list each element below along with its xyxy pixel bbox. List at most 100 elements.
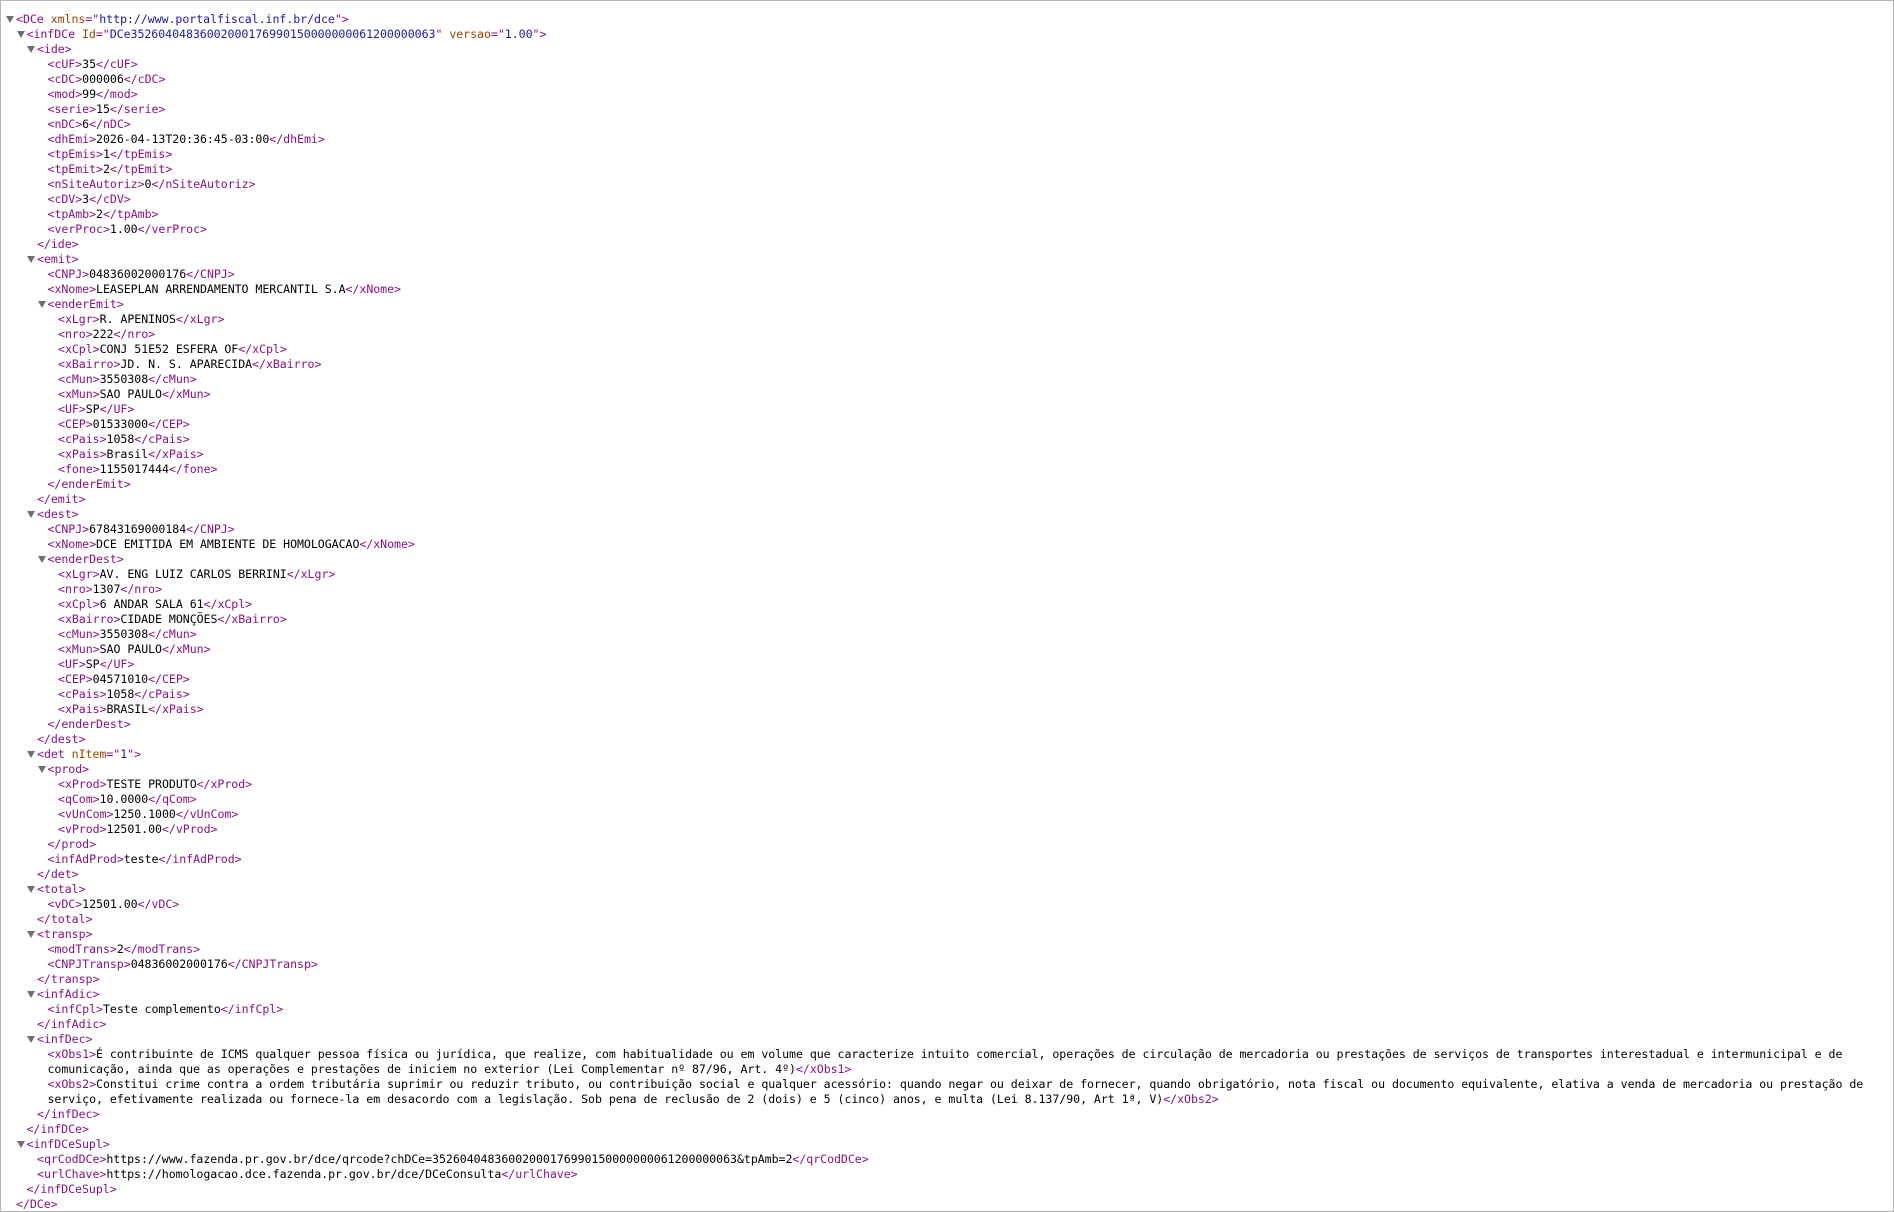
tag-name: tpAmb	[54, 207, 90, 221]
xml-line-enderemit: </enderEmit>	[47, 477, 131, 491]
tag-name: cMun	[64, 372, 93, 386]
xml-line-cpais: <cPais>1058</cPais>	[58, 687, 190, 701]
xml-line-enderdest: <enderDest>	[0, 552, 1894, 567]
xml-line-det: <det nItem="1">	[0, 747, 1894, 762]
xml-line-infadprod: <infAdProd>teste</infAdProd>	[47, 852, 242, 866]
collapse-toggle-icon[interactable]	[16, 31, 25, 38]
element-value: 6 ANDAR SALA 61	[99, 597, 204, 611]
attribute-value: 1.00	[504, 27, 533, 41]
collapse-toggle-icon[interactable]	[27, 931, 35, 938]
collapse-toggle-icon[interactable]	[27, 46, 35, 53]
element-value: CONJ 51E52 ESFERA OF	[99, 342, 239, 356]
closing-tag-name: vProd	[175, 822, 211, 836]
tag-name: tpEmis	[54, 147, 97, 161]
collapse-toggle-icon[interactable]	[27, 511, 35, 518]
tag-name: infDCe	[33, 27, 76, 41]
tag-name: cPais	[64, 432, 100, 446]
xml-line-transp: </transp>	[37, 972, 100, 986]
xml-line-cnpj: <CNPJ>67843169000184</CNPJ>	[47, 522, 235, 536]
xml-line-xmun: <xMun>SAO PAULO</xMun>	[58, 387, 211, 401]
collapse-toggle-icon[interactable]	[37, 301, 46, 308]
attribute-name: Id	[81, 27, 96, 41]
collapse-toggle-icon[interactable]	[6, 16, 14, 23]
element-value: TESTE PRODUTO	[106, 777, 197, 791]
collapse-toggle-icon[interactable]	[27, 256, 35, 263]
collapse-toggle-icon[interactable]	[27, 1036, 35, 1043]
tag-name: urlChave	[43, 1167, 100, 1181]
collapse-toggle-icon[interactable]	[27, 991, 35, 998]
tag-name: det	[43, 747, 65, 761]
closing-tag-name: infAdProd	[172, 852, 235, 866]
element-value: 000006	[82, 72, 124, 86]
element-value: BRASIL	[106, 702, 149, 716]
element-value: 222	[92, 327, 114, 341]
collapse-toggle-icon[interactable]	[27, 751, 35, 758]
xml-line-nro: <nro>1307</nro>	[58, 582, 163, 596]
xml-line-tpemit: <tpEmit>2</tpEmit>	[47, 162, 173, 176]
xml-line-infadic: </infAdic>	[37, 1017, 107, 1031]
xml-line-cpais: <cPais>1058</cPais>	[58, 432, 190, 446]
closing-tag-name: dhEmi	[283, 132, 318, 146]
closing-tag-name: CEP	[162, 417, 183, 431]
tag-name: CNPJ	[54, 522, 83, 536]
xml-line-ndc: <nDC>6</nDC>	[47, 117, 131, 131]
xml-line-emit: <emit>	[0, 252, 1894, 267]
closing-tag-name: cMun	[162, 627, 190, 641]
closing-tag-name: xPais	[162, 702, 197, 716]
tag-name: qCom	[64, 792, 93, 806]
xml-line-vprod: <vProd>12501.00</vProd>	[58, 822, 218, 836]
xml-line-emit: </emit>	[37, 492, 86, 506]
collapse-toggle-icon[interactable]	[37, 556, 46, 563]
element-value: 99	[82, 87, 97, 101]
tag-name: infDec	[43, 1032, 86, 1046]
tag-name: fone	[64, 462, 93, 476]
element-value: 04571010	[92, 672, 149, 686]
tag-name: dest	[50, 732, 79, 746]
element-value: 10.0000	[99, 792, 149, 806]
element-value: R. APENINOS	[99, 312, 176, 326]
element-value: 04836002000176	[130, 957, 228, 971]
closing-tag-name: cMun	[162, 372, 190, 386]
element-value: 1155017444	[99, 462, 169, 476]
tag-name: infAdProd	[54, 852, 117, 866]
element-value: SAO PAULO	[99, 642, 162, 656]
closing-tag-name: verProc	[151, 222, 201, 236]
closing-tag-name: UF	[113, 657, 128, 671]
element-value: 2026-04-13T20:36:45-03:00	[96, 132, 270, 146]
collapse-toggle-icon[interactable]	[27, 886, 35, 893]
tag-name: xProd	[64, 777, 100, 791]
closing-tag-name: infCpl	[234, 1002, 277, 1016]
collapse-toggle-icon[interactable]	[16, 1141, 25, 1148]
xml-line-det: </det>	[37, 867, 79, 881]
tag-name: vUnCom	[64, 807, 107, 821]
tag-name: cUF	[54, 57, 76, 71]
xml-line-qrcoddce: <qrCodDCe>https://www.fazenda.pr.gov.br/…	[37, 1152, 869, 1166]
element-value: SAO PAULO	[99, 387, 162, 401]
tag-name: nro	[64, 582, 86, 596]
tag-name: xBairro	[64, 612, 114, 626]
closing-tag-name: tpEmis	[123, 147, 166, 161]
tag-name: xObs2	[54, 1077, 90, 1091]
xml-line-nsiteautoriz: <nSiteAutoriz>0</nSiteAutoriz>	[47, 177, 256, 191]
closing-tag-name: xBairro	[265, 357, 315, 371]
tag-name: xBairro	[64, 357, 114, 371]
xml-line-xmun: <xMun>SAO PAULO</xMun>	[58, 642, 211, 656]
xml-line-enderemit: <enderEmit>	[0, 297, 1894, 312]
tag-name: xCpl	[64, 597, 93, 611]
xml-line-serie: <serie>15</serie>	[47, 102, 166, 116]
xml-line-cdv: <cDV>3</cDV>	[47, 192, 131, 206]
tag-name: cPais	[64, 687, 100, 701]
tag-name: infDec	[50, 1107, 93, 1121]
tag-name: xPais	[64, 702, 100, 716]
closing-tag-name: xObs2	[1177, 1092, 1212, 1106]
closing-tag-name: cPais	[148, 687, 183, 701]
collapse-toggle-icon[interactable]	[37, 766, 46, 773]
element-value: https://homologacao.dce.fazenda.pr.gov.b…	[106, 1167, 502, 1181]
xml-line-cdc: <cDC>000006</cDC>	[47, 72, 166, 86]
closing-tag-name: cDC	[137, 72, 159, 86]
tag-name: ide	[50, 237, 72, 251]
tag-name: dhEmi	[54, 132, 90, 146]
tag-name: enderEmit	[61, 477, 124, 491]
element-value: https://www.fazenda.pr.gov.br/dce/qrcode…	[106, 1152, 793, 1166]
tag-name: infAdic	[50, 1017, 100, 1031]
